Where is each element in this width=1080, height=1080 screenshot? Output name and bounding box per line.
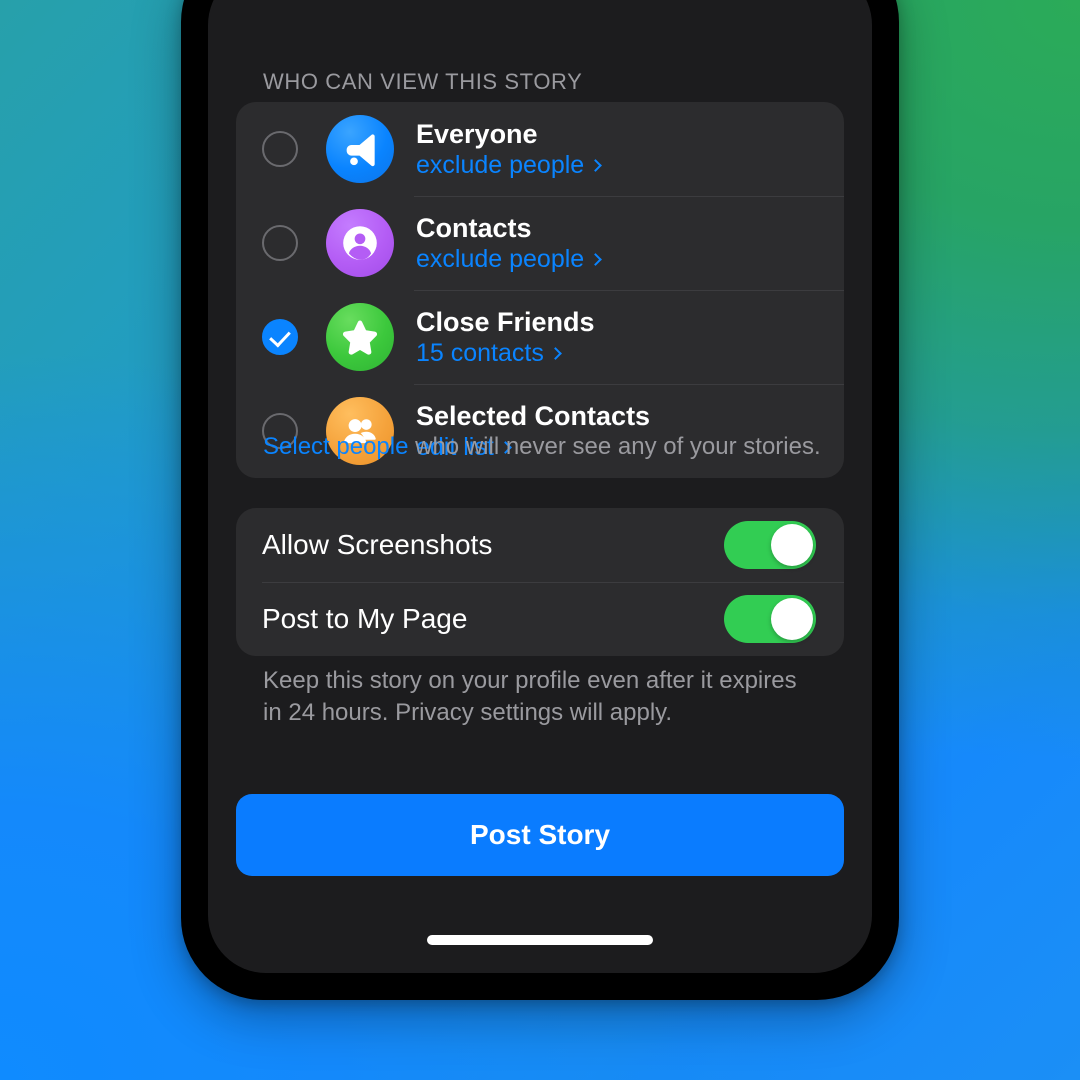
audience-option-everyone[interactable]: Everyone exclude people xyxy=(236,102,844,196)
toggle-settings-card: Allow Screenshots Post to My Page xyxy=(236,508,844,656)
toggle-post-to-my-page[interactable] xyxy=(724,595,816,643)
toggle-knob xyxy=(771,524,813,566)
audience-option-contacts[interactable]: Contacts exclude people xyxy=(236,196,844,290)
audience-option-sublabel-link[interactable]: exclude people xyxy=(416,151,603,180)
setting-row-allow-screenshots[interactable]: Allow Screenshots xyxy=(236,508,844,582)
phone-screen: WHO CAN VIEW THIS STORY Everyone exclude… xyxy=(208,0,872,973)
section-header-audience: WHO CAN VIEW THIS STORY xyxy=(263,69,583,94)
audience-footnote: Select people who will never see any of … xyxy=(263,431,826,462)
radio-everyone[interactable] xyxy=(262,131,298,167)
audience-option-title: Close Friends xyxy=(416,306,595,337)
toggle-knob xyxy=(771,598,813,640)
post-story-button[interactable]: Post Story xyxy=(236,794,844,876)
audience-options-card: Everyone exclude people Contacts exclude… xyxy=(236,102,844,478)
audience-option-title: Contacts xyxy=(416,212,532,243)
audience-option-close-friends[interactable]: Close Friends 15 contacts xyxy=(236,290,844,384)
chevron-right-icon xyxy=(589,158,603,172)
audience-option-sublabel: 15 contacts xyxy=(416,339,544,368)
toggle-allow-screenshots[interactable] xyxy=(724,521,816,569)
toggles-footnote: Keep this story on your profile even aft… xyxy=(263,667,797,726)
person-icon xyxy=(326,209,394,277)
chevron-right-icon xyxy=(589,252,603,266)
audience-option-text: Contacts exclude people xyxy=(416,212,603,274)
audience-footnote-text: who will never see any of your stories. xyxy=(408,433,821,460)
radio-contacts[interactable] xyxy=(262,225,298,261)
audience-option-sublabel: exclude people xyxy=(416,151,585,180)
setting-row-post-to-my-page[interactable]: Post to My Page xyxy=(236,582,844,656)
select-people-link[interactable]: Select people xyxy=(263,433,408,460)
home-indicator[interactable] xyxy=(427,935,653,945)
chevron-right-icon xyxy=(548,346,562,360)
audience-option-title: Selected Contacts xyxy=(416,400,651,431)
setting-label-post-to-my-page: Post to My Page xyxy=(262,603,468,634)
radio-close-friends[interactable] xyxy=(262,319,298,355)
audience-option-sublabel-link[interactable]: 15 contacts xyxy=(416,339,595,367)
audience-option-title: Everyone xyxy=(416,118,538,149)
setting-label-allow-screenshots: Allow Screenshots xyxy=(262,529,493,560)
audience-option-sublabel: exclude people xyxy=(416,245,585,274)
audience-option-sublabel-link[interactable]: exclude people xyxy=(416,245,603,274)
megaphone-icon xyxy=(326,115,394,183)
star-icon xyxy=(326,303,394,371)
audience-option-text: Everyone exclude people xyxy=(416,118,603,180)
phone-frame: WHO CAN VIEW THIS STORY Everyone exclude… xyxy=(181,0,899,1000)
audience-option-text: Close Friends 15 contacts xyxy=(416,307,595,367)
